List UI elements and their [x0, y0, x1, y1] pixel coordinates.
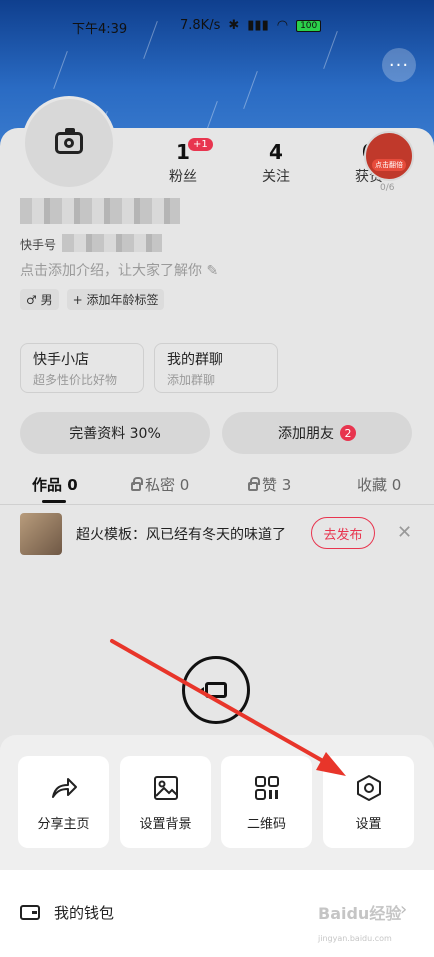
following-count: 4: [269, 140, 283, 164]
red-packet-button[interactable]: 点击翻倍: [364, 131, 414, 181]
group-chat-shortcut[interactable]: 我的群聊 添加群聊: [154, 343, 278, 393]
tab-favorites[interactable]: 收藏 0: [357, 474, 401, 495]
username-blurred: [20, 198, 180, 224]
profile-tags: ♂ 男 + 添加年龄标签: [20, 289, 165, 310]
qrcode-label: 二维码: [246, 816, 286, 832]
intro-placeholder[interactable]: 点击添加介绍，让大家了解你 ✎: [20, 260, 218, 280]
kuaishou-id: 快手号: [20, 238, 57, 252]
stat-following[interactable]: 4 关注: [241, 140, 311, 186]
following-label: 关注: [262, 169, 290, 185]
watermark-url: jingyan.baidu.com: [318, 934, 392, 943]
add-friend-button[interactable]: 添加朋友 2: [222, 412, 412, 454]
tab-liked[interactable]: 赞 3: [248, 474, 291, 495]
signal-icon: ▮▮▮: [247, 18, 269, 33]
more-icon: ···: [388, 54, 410, 76]
close-icon[interactable]: ✕: [397, 522, 412, 543]
bluetooth-icon: ✱: [228, 18, 240, 33]
tab-private[interactable]: 私密 0: [131, 474, 189, 495]
wifi-icon: ◠: [276, 18, 289, 33]
lock-icon: [131, 477, 143, 491]
avatar[interactable]: [22, 96, 116, 190]
lock-icon: [248, 477, 260, 491]
content-tabs: 作品 0 私密 0 赞 3 收藏 0: [0, 474, 434, 503]
status-bar: 下午4:39 7.8K/s ✱ ▮▮▮ ◠ 100: [0, 18, 434, 38]
settings-label: 设置: [355, 816, 382, 832]
set-background-label: 设置背景: [139, 816, 192, 832]
set-background-button[interactable]: 设置背景: [120, 756, 211, 848]
settings-hexagon-icon: [356, 774, 381, 801]
watermark: Baidu经验: [318, 904, 402, 923]
kuaishou-id-blurred: [62, 234, 162, 252]
share-icon: [51, 777, 77, 798]
template-thumbnail[interactable]: [20, 513, 62, 555]
red-packet-label: 点击翻倍: [372, 159, 406, 171]
battery-icon: 100: [296, 19, 322, 32]
shop-shortcut[interactable]: 快手小店 超多性价比好物: [20, 343, 144, 393]
active-tab-indicator: [42, 500, 66, 503]
camera-icon: [55, 128, 83, 154]
tab-works[interactable]: 作品 0: [32, 474, 78, 495]
followers-label: 粉丝: [169, 169, 197, 185]
stat-followers[interactable]: 1 +1 粉丝: [148, 138, 218, 186]
complete-profile-button[interactable]: 完善资料 30%: [20, 412, 210, 454]
share-profile-button[interactable]: 分享主页: [18, 756, 109, 848]
add-age-tag[interactable]: + 添加年龄标签: [66, 289, 165, 310]
image-icon: [153, 775, 178, 800]
share-profile-label: 分享主页: [37, 816, 90, 832]
template-suggestion: 超火模板：风已经有冬天的味道了 去发布 ✕: [20, 513, 420, 555]
add-friend-label: 添加朋友: [278, 426, 334, 442]
status-time: 下午4:39: [72, 22, 128, 37]
settings-button[interactable]: 设置: [323, 756, 414, 848]
new-follower-badge: +1: [188, 138, 213, 151]
template-text: 超火模板：风已经有冬天的味道了: [76, 527, 286, 543]
record-video-button[interactable]: [182, 656, 250, 724]
group-chat-subtitle: 添加群聊: [167, 373, 216, 387]
shop-subtitle: 超多性价比好物: [33, 373, 118, 387]
complete-profile-label: 完善资料 30%: [69, 426, 161, 442]
tabs-divider: [0, 504, 434, 505]
edit-pencil-icon: ✎: [206, 263, 219, 279]
publish-button[interactable]: 去发布: [311, 517, 375, 549]
group-chat-title: 我的群聊: [167, 352, 223, 368]
qrcode-button[interactable]: 二维码: [221, 756, 312, 848]
gender-tag[interactable]: ♂ 男: [20, 289, 59, 310]
red-packet-count: 0/6: [380, 183, 395, 193]
wallet-icon: [20, 905, 40, 920]
wallet-label: 我的钱包: [54, 904, 115, 922]
video-camera-icon: [198, 682, 227, 698]
network-speed: 7.8K/s: [180, 18, 221, 33]
shop-title: 快手小店: [33, 352, 89, 368]
qrcode-icon: [254, 775, 279, 800]
add-friend-badge: 2: [340, 425, 356, 441]
more-options-button[interactable]: ···: [382, 48, 416, 82]
